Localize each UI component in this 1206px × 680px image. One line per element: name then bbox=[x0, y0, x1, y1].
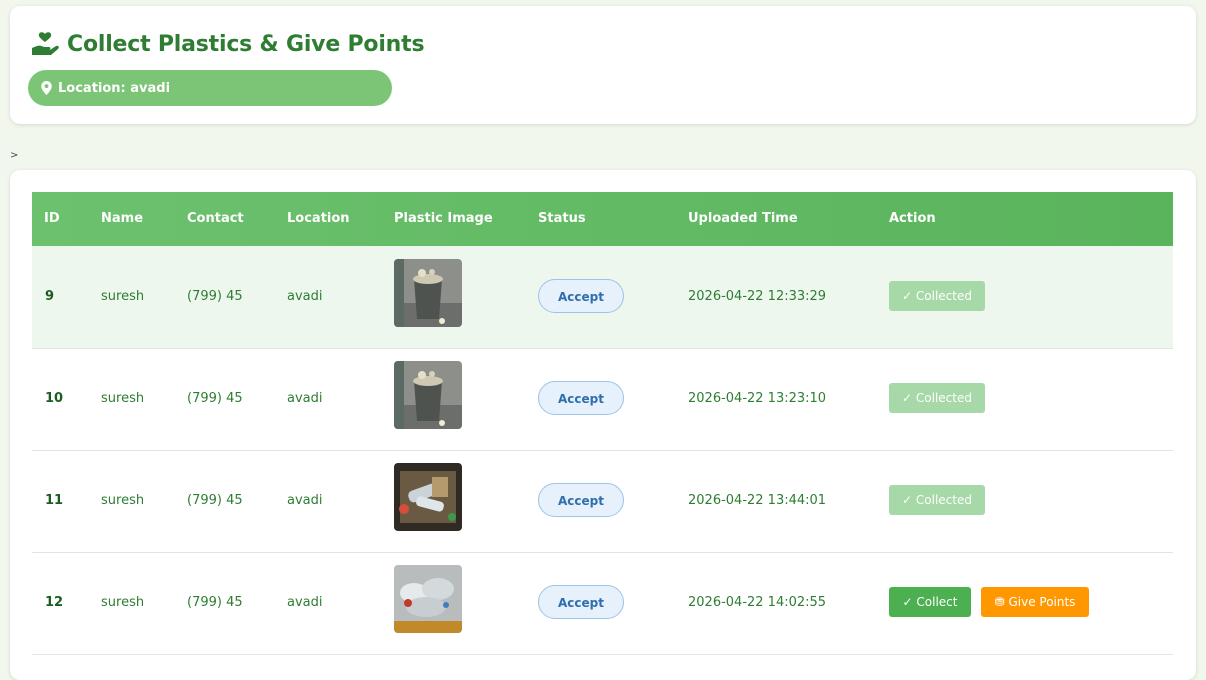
cell-uploaded-time: 2026-04-22 13:23:10 bbox=[688, 391, 827, 406]
column-header-location: Location bbox=[287, 211, 350, 226]
cell-uploaded-time: 2026-04-22 12:33:29 bbox=[688, 289, 827, 304]
header-card: Collect Plastics & Give Points Location:… bbox=[10, 6, 1196, 124]
coins-icon: ⛃ bbox=[994, 595, 1005, 609]
cell-id: 9 bbox=[45, 289, 55, 304]
table-header: ID Name Contact Location Plastic Image S… bbox=[32, 192, 1173, 246]
hand-holding-heart-icon bbox=[32, 32, 59, 55]
give-points-label: Give Points bbox=[1008, 595, 1076, 609]
trash-bin-photo bbox=[394, 361, 462, 429]
collected-button[interactable]: ✓ Collected bbox=[889, 383, 985, 413]
cell-id: 12 bbox=[45, 595, 64, 610]
accept-status-button[interactable]: Accept bbox=[538, 279, 624, 313]
table-row: 11 suresh (799) 45 avadi Accept 2026-04-… bbox=[32, 450, 1173, 553]
column-header-contact: Contact bbox=[187, 211, 244, 226]
plastic-image-thumbnail[interactable] bbox=[394, 565, 462, 633]
cell-contact: (799) 45 bbox=[187, 493, 243, 508]
cell-location: avadi bbox=[287, 391, 323, 406]
plastic-bottles-photo bbox=[394, 463, 462, 531]
cell-name: suresh bbox=[101, 391, 145, 406]
column-header-plastic-image: Plastic Image bbox=[394, 211, 493, 226]
cell-name: suresh bbox=[101, 493, 145, 508]
column-header-name: Name bbox=[101, 211, 144, 226]
column-header-action: Action bbox=[889, 211, 936, 226]
table-card: ID Name Contact Location Plastic Image S… bbox=[10, 170, 1196, 680]
location-badge: Location: avadi bbox=[28, 70, 392, 106]
accept-status-button[interactable]: Accept bbox=[538, 381, 624, 415]
stray-caret: > bbox=[10, 150, 19, 161]
cell-location: avadi bbox=[287, 493, 323, 508]
cell-location: avadi bbox=[287, 595, 323, 610]
location-label: Location: avadi bbox=[58, 80, 171, 96]
cell-name: suresh bbox=[101, 595, 145, 610]
cell-id: 10 bbox=[45, 391, 64, 406]
collected-button[interactable]: ✓ Collected bbox=[889, 281, 985, 311]
give-points-button[interactable]: ⛃ Give Points bbox=[981, 587, 1089, 617]
collected-button[interactable]: ✓ Collected bbox=[889, 485, 985, 515]
plastic-image-thumbnail[interactable] bbox=[394, 361, 462, 429]
collect-button[interactable]: ✓ Collect bbox=[889, 587, 971, 617]
table-row: 10 suresh (799) 45 avadi Accept 2026-04-… bbox=[32, 348, 1173, 451]
cell-contact: (799) 45 bbox=[187, 289, 243, 304]
cell-name: suresh bbox=[101, 289, 145, 304]
column-header-uploaded-time: Uploaded Time bbox=[688, 211, 798, 226]
cell-id: 11 bbox=[45, 493, 64, 508]
accept-status-button[interactable]: Accept bbox=[538, 585, 624, 619]
cell-contact: (799) 45 bbox=[187, 391, 243, 406]
accept-status-button[interactable]: Accept bbox=[538, 483, 624, 517]
column-header-id: ID bbox=[44, 211, 60, 226]
cell-uploaded-time: 2026-04-22 14:02:55 bbox=[688, 595, 827, 610]
cell-location: avadi bbox=[287, 289, 323, 304]
trash-bin-photo bbox=[394, 259, 462, 327]
cell-contact: (799) 45 bbox=[187, 595, 243, 610]
cell-uploaded-time: 2026-04-22 13:44:01 bbox=[688, 493, 827, 508]
plastic-image-thumbnail[interactable] bbox=[394, 463, 462, 531]
plastic-image-thumbnail[interactable] bbox=[394, 259, 462, 327]
column-header-status: Status bbox=[538, 211, 586, 226]
table-row: 9 suresh (799) 45 avadi Accept 2026-04-2… bbox=[32, 246, 1173, 349]
title-row: Collect Plastics & Give Points bbox=[29, 28, 425, 60]
page-title: Collect Plastics & Give Points bbox=[67, 31, 425, 57]
table-row: 12 suresh (799) 45 avadi Accept 2026-04-… bbox=[32, 552, 1173, 655]
plastic-waste-pile-photo bbox=[394, 565, 462, 633]
map-pin-icon bbox=[41, 81, 52, 95]
